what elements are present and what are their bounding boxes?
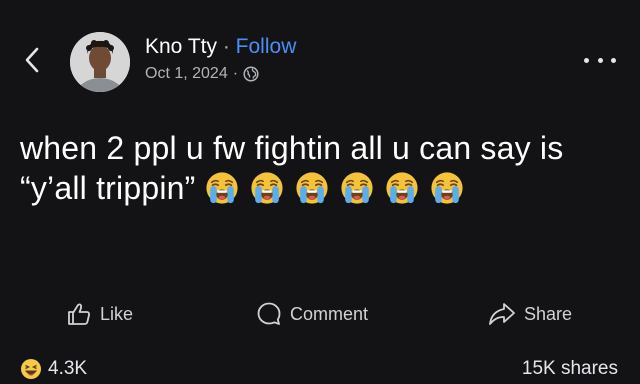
thumbs-up-icon [68,303,90,325]
share-label: Share [524,303,573,324]
chevron-left-icon [25,47,39,73]
comment-label: Comment [290,303,369,324]
loudly-crying-face-emoji [340,172,373,204]
comment-button[interactable]: Comment [256,296,368,332]
more-horizontal-icon [584,57,589,63]
post-author-row: Kno Tty · Follow [145,34,296,60]
like-button[interactable]: Like [66,296,133,332]
reaction-count: 4.3K [48,358,88,379]
loudly-crying-face-emoji [385,172,418,204]
meta-separator: · [232,65,239,82]
comment-icon [257,302,281,325]
reactions-summary[interactable]: 4.3K [20,358,87,380]
share-icon [489,303,515,325]
post-body: when 2 ppl u fw fightin all u can say is… [20,128,620,208]
shares-count[interactable]: 15K shares [522,358,618,380]
globe-icon [243,66,259,82]
follow-button[interactable]: Follow [236,35,297,58]
avatar-image [70,32,130,92]
post-meta-row: Oct 1, 2024 · [145,64,259,84]
loudly-crying-face-emoji [205,172,238,204]
haha-reaction-icon [21,359,41,379]
more-dot [597,57,603,63]
post-stats-bar: 4.3K 15K shares [0,358,640,384]
like-label: Like [100,303,134,324]
post-emoji-group [195,170,474,206]
avatar[interactable] [70,32,130,92]
author-name[interactable]: Kno Tty [145,35,217,58]
more-options-button[interactable] [584,52,616,68]
post-actions-bar: Like Comment Share [0,296,640,332]
back-button[interactable] [18,42,46,78]
name-separator: · [222,35,230,58]
loudly-crying-face-emoji [295,172,328,204]
loudly-crying-face-emoji [250,172,283,204]
post-date[interactable]: Oct 1, 2024 [145,64,228,84]
loudly-crying-face-emoji [430,172,463,204]
share-button[interactable]: Share [488,296,572,332]
more-dot [611,57,616,63]
